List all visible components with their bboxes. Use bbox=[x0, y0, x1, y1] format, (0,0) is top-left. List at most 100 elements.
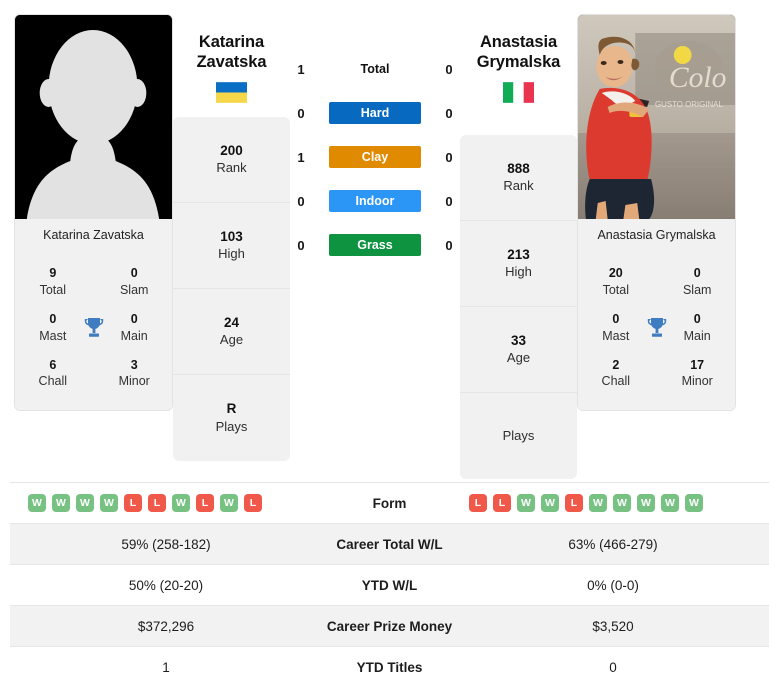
label: Mast bbox=[602, 328, 630, 343]
left-titles-mast: 0 Mast bbox=[27, 312, 79, 344]
label: Slam bbox=[119, 282, 149, 297]
form-badge-loss: L bbox=[565, 494, 583, 512]
left-titles-row: 0 Mast 0 Main bbox=[15, 306, 172, 352]
right-titles-mast: 0 Mast bbox=[590, 312, 642, 344]
player-comparison-header: Katarina Zavatska 9 Total 0 Slam 0 Mast … bbox=[0, 0, 779, 480]
left-player-panel: Katarina Zavatska 9 Total 0 Slam 0 Mast … bbox=[14, 14, 173, 411]
left-player-name: Katarina Zavatska bbox=[197, 32, 267, 72]
left-value: 50% (20-20) bbox=[10, 564, 322, 606]
right-titles-main: 0 Main bbox=[671, 312, 723, 344]
value: 0 bbox=[49, 311, 57, 326]
right-player-identity: Anastasia Grymalska 888 Rank 213 High 33… bbox=[460, 14, 577, 480]
value: 103 bbox=[220, 228, 243, 244]
left-titles-row: 9 Total 0 Slam bbox=[15, 260, 172, 306]
right-value: $3,520 bbox=[457, 605, 769, 647]
name-line-2: Zavatska bbox=[196, 53, 267, 72]
left-form-cell: WWWWLLWLWL bbox=[10, 482, 322, 524]
right-player-panel: Colo GUSTO ORIGINAL Anastasia Grymalska … bbox=[577, 14, 736, 411]
right-player-name: Anastasia Grymalska bbox=[477, 32, 561, 72]
form-badge-win: W bbox=[613, 494, 631, 512]
left-value: 59% (258-182) bbox=[10, 523, 322, 565]
label: Main bbox=[683, 328, 711, 343]
left-titles-total: 9 Total bbox=[27, 266, 79, 298]
surface-row-indoor: 0 Indoor 0 bbox=[290, 190, 460, 212]
form-badge-win: W bbox=[637, 494, 655, 512]
value: 6 bbox=[49, 357, 57, 372]
name-line-1: Anastasia bbox=[479, 33, 558, 51]
left-player-card: Katarina Zavatska 9 Total 0 Slam 0 Mast … bbox=[14, 14, 173, 411]
form-badge-win: W bbox=[52, 494, 70, 512]
value: 9 bbox=[49, 266, 57, 280]
trophy-icon-wrap bbox=[79, 316, 109, 340]
form-badge-win: W bbox=[28, 494, 46, 512]
left-player-photo bbox=[15, 15, 172, 219]
left-score: 0 bbox=[297, 193, 305, 209]
left-player-stats: 200 Rank 103 High 24 Age R Plays bbox=[173, 117, 290, 462]
trophy-icon bbox=[647, 317, 666, 337]
right-titles-row: 0 Mast 0 Main bbox=[578, 306, 735, 352]
surface-row-grass: 0 Grass 0 bbox=[290, 234, 460, 256]
label: Rank bbox=[503, 178, 534, 194]
table-row: 59% (258-182) Career Total W/L 63% (466-… bbox=[10, 523, 769, 565]
right-titles-row: 2 Chall 17 Minor bbox=[578, 352, 735, 398]
form-badge-loss: L bbox=[196, 494, 214, 512]
right-score: 0 bbox=[445, 237, 453, 253]
value: 0 bbox=[693, 311, 701, 326]
name-line-2: Grymalska bbox=[476, 53, 561, 72]
label: Total bbox=[602, 282, 629, 297]
form-badge-win: W bbox=[517, 494, 535, 512]
right-photo-caption: Anastasia Grymalska bbox=[578, 219, 735, 252]
form-badge-win: W bbox=[661, 494, 679, 512]
right-titles-slam: 0 Slam bbox=[671, 266, 723, 298]
player-action-photo-icon: Colo GUSTO ORIGINAL bbox=[578, 15, 735, 219]
surface-badge-grass: Grass bbox=[329, 234, 421, 256]
label: High bbox=[505, 264, 532, 280]
value: 20 bbox=[608, 266, 623, 280]
label: Rank bbox=[216, 160, 247, 176]
value: 200 bbox=[220, 142, 243, 158]
row-label: YTD W/L bbox=[322, 564, 457, 606]
left-stat-rank: 200 Rank bbox=[173, 117, 290, 204]
ukraine-flag-icon bbox=[216, 82, 247, 104]
value: 0 bbox=[612, 311, 620, 326]
right-titles-minor: 17 Minor bbox=[671, 358, 723, 390]
left-value: 1 bbox=[10, 646, 322, 688]
surface-row-hard: 0 Hard 0 bbox=[290, 102, 460, 124]
right-value: 0 bbox=[457, 646, 769, 688]
right-titles-row: 20 Total 0 Slam bbox=[578, 260, 735, 306]
left-titles-slam: 0 Slam bbox=[108, 266, 160, 298]
right-value: 0% (0-0) bbox=[457, 564, 769, 606]
form-badge-win: W bbox=[100, 494, 118, 512]
value: 24 bbox=[223, 314, 240, 330]
value: 0 bbox=[693, 266, 701, 280]
right-score: 0 bbox=[445, 61, 453, 77]
left-photo-caption: Katarina Zavatska bbox=[15, 219, 172, 252]
surface-head-to-head: 1 Total 0 0 Hard 0 1 Clay 0 0 Indoor 0 0… bbox=[290, 14, 460, 256]
value: 0 bbox=[130, 266, 138, 280]
right-player-photo: Colo GUSTO ORIGINAL bbox=[578, 15, 735, 219]
left-score: 1 bbox=[297, 149, 305, 165]
right-stat-age: 33 Age bbox=[460, 307, 577, 394]
right-titles-total: 20 Total bbox=[590, 266, 642, 298]
form-badge-win: W bbox=[685, 494, 703, 512]
name-line-1: Katarina bbox=[198, 33, 265, 51]
label: Main bbox=[120, 328, 148, 343]
row-label: Career Total W/L bbox=[322, 523, 457, 565]
form-badge-win: W bbox=[220, 494, 238, 512]
left-titles-minor: 3 Minor bbox=[108, 358, 160, 390]
surface-badge-clay: Clay bbox=[329, 146, 421, 168]
value: R bbox=[226, 401, 237, 417]
label: Minor bbox=[118, 374, 150, 389]
form-badge-loss: L bbox=[493, 494, 511, 512]
left-stat-plays: R Plays bbox=[173, 375, 290, 461]
value: 2 bbox=[612, 357, 620, 372]
right-value: 63% (466-279) bbox=[457, 523, 769, 565]
value: 17 bbox=[690, 357, 705, 372]
value: 33 bbox=[510, 332, 527, 348]
surface-row-clay: 1 Clay 0 bbox=[290, 146, 460, 168]
right-form-badges: LLWWLWWWWW bbox=[457, 494, 769, 512]
trophy-icon bbox=[84, 317, 103, 337]
left-form-badges: WWWWLLWLWL bbox=[10, 494, 322, 512]
right-score: 0 bbox=[445, 105, 453, 121]
svg-text:GUSTO ORIGINAL: GUSTO ORIGINAL bbox=[655, 100, 723, 109]
